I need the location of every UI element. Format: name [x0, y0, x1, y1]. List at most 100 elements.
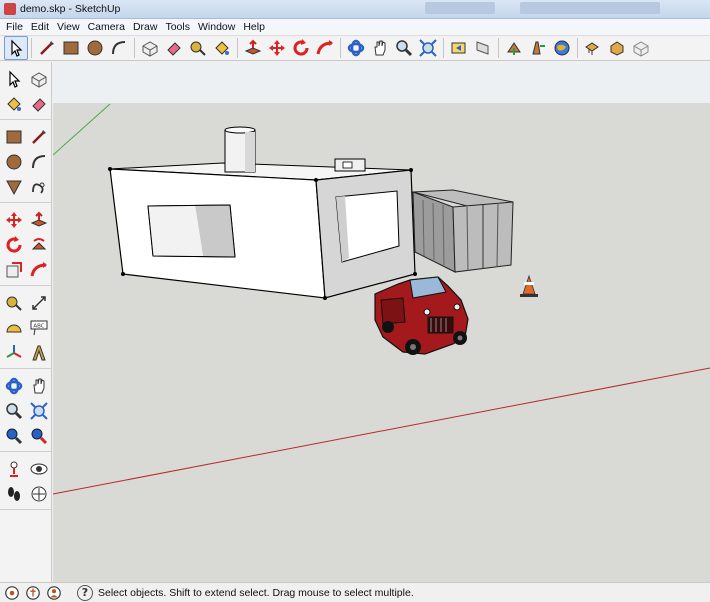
make-component-icon[interactable] — [138, 36, 162, 60]
polygon-icon[interactable] — [1, 174, 26, 199]
menu-edit[interactable]: Edit — [27, 21, 53, 33]
toolbar-separator — [498, 38, 499, 58]
menu-view[interactable]: View — [53, 21, 84, 33]
user-icon[interactable] — [45, 584, 63, 602]
menu-draw[interactable]: Draw — [129, 21, 162, 33]
arc-icon[interactable] — [26, 149, 51, 174]
traffic-cone-model[interactable] — [520, 274, 538, 297]
pan-icon[interactable] — [26, 373, 51, 398]
zoom-extents-icon[interactable] — [416, 36, 440, 60]
push-pull-icon[interactable] — [26, 207, 51, 232]
components-icon[interactable] — [581, 36, 605, 60]
scale-icon[interactable] — [1, 257, 26, 282]
freehand-icon[interactable] — [26, 174, 51, 199]
tape-measure-icon[interactable] — [1, 290, 26, 315]
window-title: demo.skp - SketchUp — [20, 3, 121, 15]
red-axis — [53, 367, 710, 495]
arc-icon[interactable] — [107, 36, 131, 60]
circle-icon[interactable] — [83, 36, 107, 60]
offset-icon[interactable] — [26, 257, 51, 282]
toolset-camera — [0, 369, 51, 452]
section-plane-icon[interactable] — [26, 481, 51, 506]
toolbar-separator — [577, 38, 578, 58]
orbit-icon[interactable] — [344, 36, 368, 60]
model-scene[interactable] — [53, 62, 710, 582]
toolbar-separator — [443, 38, 444, 58]
shipping-container-model[interactable] — [412, 189, 514, 273]
building-model[interactable] — [108, 126, 417, 300]
dimension-icon[interactable] — [26, 290, 51, 315]
move-icon[interactable] — [1, 207, 26, 232]
menu-help[interactable]: Help — [239, 21, 269, 33]
circle-icon[interactable] — [1, 149, 26, 174]
eraser-icon[interactable] — [162, 36, 186, 60]
walk-icon[interactable] — [1, 481, 26, 506]
credits-icon[interactable] — [24, 584, 42, 602]
title-bar-blurred-region — [425, 2, 495, 14]
axes-icon[interactable] — [1, 340, 26, 365]
eraser-icon[interactable] — [26, 91, 51, 116]
zoom-icon[interactable] — [1, 398, 26, 423]
rotate-icon[interactable] — [1, 232, 26, 257]
protractor-icon[interactable] — [1, 315, 26, 340]
menu-window[interactable]: Window — [194, 21, 239, 33]
paint-bucket-icon[interactable] — [1, 91, 26, 116]
toolbar-separator — [237, 38, 238, 58]
tape-measure-icon[interactable] — [186, 36, 210, 60]
follow-me-icon[interactable] — [313, 36, 337, 60]
menu-tools[interactable]: Tools — [161, 21, 194, 33]
zoom-window-icon[interactable] — [26, 398, 51, 423]
select-icon[interactable] — [1, 66, 26, 91]
toolset-construction: ABC — [0, 286, 51, 369]
title-bar-blurred-region — [520, 2, 660, 14]
follow-me-icon[interactable] — [26, 232, 51, 257]
share-component-icon[interactable] — [605, 36, 629, 60]
large-toolset: ABC — [0, 62, 52, 582]
select-icon[interactable] — [4, 36, 28, 60]
rectangle-icon[interactable] — [59, 36, 83, 60]
help-icon[interactable]: ? — [77, 584, 93, 601]
drawing-viewport[interactable] — [53, 62, 710, 582]
previous-view-icon[interactable] — [1, 423, 26, 448]
toolset-drawing — [0, 120, 51, 203]
move-icon[interactable] — [265, 36, 289, 60]
svg-text:ABC: ABC — [33, 323, 44, 329]
toolbar-separator — [340, 38, 341, 58]
green-axis — [53, 103, 111, 156]
rectangle-icon[interactable] — [1, 124, 26, 149]
zoom-extents-icon[interactable] — [26, 423, 51, 448]
push-pull-icon[interactable] — [241, 36, 265, 60]
rotate-icon[interactable] — [289, 36, 313, 60]
3d-text-icon[interactable] — [26, 340, 51, 365]
menu-bar: File Edit View Camera Draw Tools Window … — [0, 19, 710, 35]
zoom-icon[interactable] — [392, 36, 416, 60]
make-component-icon[interactable] — [26, 66, 51, 91]
make-component-3d-icon[interactable] — [629, 36, 653, 60]
menu-camera[interactable]: Camera — [84, 21, 129, 33]
pan-icon[interactable] — [368, 36, 392, 60]
paint-bucket-icon[interactable] — [210, 36, 234, 60]
next-view-icon[interactable] — [471, 36, 495, 60]
toolset-principal — [0, 62, 51, 120]
pickup-truck-model[interactable] — [374, 276, 469, 355]
title-bar: demo.skp - SketchUp — [0, 0, 710, 19]
toolbar-separator — [134, 38, 135, 58]
status-message: Select objects. Shift to extend select. … — [98, 586, 414, 599]
look-around-icon[interactable] — [26, 456, 51, 481]
position-camera-icon[interactable] — [1, 456, 26, 481]
sketchup-window: demo.skp - SketchUp File Edit View Camer… — [0, 0, 710, 602]
text-icon[interactable]: ABC — [26, 315, 51, 340]
toolset-modification — [0, 203, 51, 286]
status-bar: ? Select objects. Shift to extend select… — [0, 582, 710, 602]
geo-location-icon[interactable] — [3, 584, 21, 602]
google-earth-icon[interactable] — [550, 36, 574, 60]
menu-file[interactable]: File — [2, 21, 27, 33]
line-icon[interactable] — [26, 124, 51, 149]
orbit-icon[interactable] — [1, 373, 26, 398]
share-model-icon[interactable] — [526, 36, 550, 60]
get-models-icon[interactable] — [502, 36, 526, 60]
sketchup-app-icon — [4, 3, 16, 15]
main-toolbar — [0, 35, 710, 61]
previous-view-icon[interactable] — [447, 36, 471, 60]
line-icon[interactable] — [35, 36, 59, 60]
